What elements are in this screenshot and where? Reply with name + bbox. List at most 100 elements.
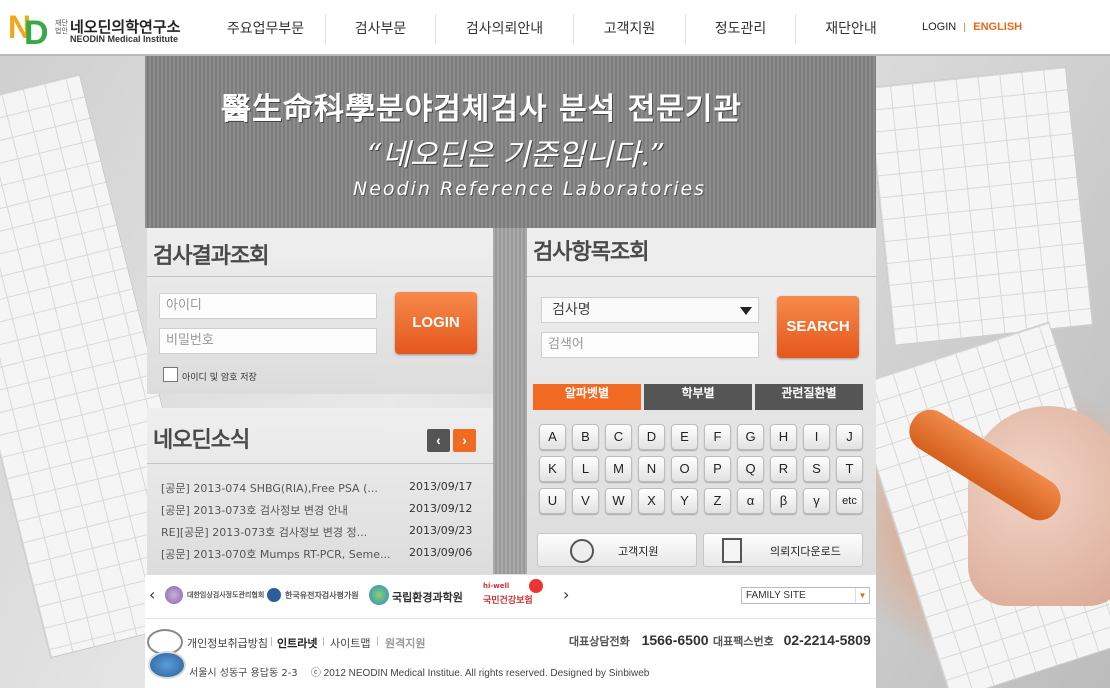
request-form-download-button[interactable]: 의뢰지다운로드 [703,533,863,567]
key-r2c6[interactable]: α [737,488,764,514]
key-r1c9[interactable]: T [836,456,863,482]
key-r0c6[interactable]: G [737,424,764,450]
key-r0c3[interactable]: D [638,424,665,450]
key-r1c2[interactable]: M [605,456,632,482]
site-header: ND 재단법인 네오딘의학연구소 NEODIN Medical Institut… [0,0,1110,56]
sitemap-link[interactable]: 사이트맵 [330,635,370,651]
representative-phone: 대표상담전화 1566-6500 [569,632,709,649]
test-item-lookup-title: 검사항목조회 [533,240,649,265]
key-r1c3[interactable]: N [638,456,665,482]
key-r0c1[interactable]: B [572,424,599,450]
news-divider [147,463,493,464]
news-title: 네오딘소식 [153,428,250,453]
login-button[interactable]: LOGIN [395,292,477,354]
test-item-lookup-panel: 검사항목조회 검사명 검색어 SEARCH 알파벳별 학부별 관련질환별 ABC… [527,228,876,578]
user-id-input[interactable]: 아이디 [159,293,377,319]
key-r0c8[interactable]: I [803,424,830,450]
key-r2c5[interactable]: Z [704,488,731,514]
key-r0c5[interactable]: F [704,424,731,450]
news-next-button[interactable]: › [453,429,476,452]
document-download-icon [722,538,742,563]
fax-number: 02-2214-5809 [783,632,871,648]
main-nav: 주요업무부문 검사부문 검사의뢰안내 고객지원 정도관리 재단안내 [206,14,906,44]
news-item-title[interactable]: [공문] 2013-074 SHBG(RIA),Free PSA (... [161,480,393,496]
address-text: 서울시 성동구 용답동 2-3 [189,668,298,679]
news-item-title[interactable]: [공문] 2013-073호 검사정보 변경 안내 [161,502,393,518]
key-r0c2[interactable]: C [605,424,632,450]
intranet-link[interactable]: 인트라넷 [277,635,317,651]
search-type-value: 검사명 [552,302,591,318]
org4-link[interactable]: 국민건강보험 [483,593,533,606]
key-r1c8[interactable]: S [803,456,830,482]
certification-seal-icon [147,629,187,681]
key-r1c0[interactable]: K [539,456,566,482]
banner-prev-button[interactable]: ‹ [149,585,155,604]
footer-divider [323,637,324,646]
footer-divider [271,637,272,646]
key-r2c7[interactable]: β [770,488,797,514]
logo-name-english: NEODIN Medical Institute [70,34,179,44]
key-r2c8[interactable]: γ [803,488,830,514]
news-item-title[interactable]: RE][공문] 2013-073호 검사정보 변경 정... [161,524,393,540]
org3-logo-icon [369,585,389,605]
news-item-date: 2013/09/06 [409,546,473,559]
hero-tagline: Neodin Reference Laboratories [353,178,707,200]
news-prev-button[interactable]: ‹ [427,429,450,452]
key-r1c1[interactable]: L [572,456,599,482]
phone-number: 1566-6500 [641,632,709,648]
tab-department[interactable]: 학부별 [644,384,752,410]
key-r0c0[interactable]: A [539,424,566,450]
key-r0c9[interactable]: J [836,424,863,450]
org1-logo-icon [165,586,183,604]
remember-checkbox[interactable] [163,367,178,382]
headset-icon [570,539,594,563]
news-item-date: 2013/09/23 [409,524,473,537]
remote-support-link[interactable]: 원격지원 [385,635,425,651]
key-r0c7[interactable]: H [770,424,797,450]
nav-item-quality-control[interactable]: 정도관리 [686,14,796,44]
org4-logo-icon [529,579,543,593]
logo-mark: ND [8,9,49,52]
main-content: 醫生命科學분야검체검사 분석 전문기관 “네오딘은 기준입니다.” Neodin… [145,56,876,688]
news-panel: 네오딘소식 ‹ › [공문] 2013-074 SHBG(RIA),Free P… [147,408,493,578]
test-search-input[interactable]: 검색어 [541,332,759,358]
customer-support-button[interactable]: 고객지원 [537,533,697,567]
news-item-title[interactable]: [공문] 2013-070호 Mumps RT-PCR, Seme... [161,546,393,562]
search-button[interactable]: SEARCH [777,296,859,358]
nav-item-main-business[interactable]: 주요업무부문 [206,14,326,44]
utility-divider [964,22,966,32]
org1-link[interactable]: 대한임상검사정도관리협회 [187,590,264,600]
org3-link[interactable]: 국립환경과학원 [392,589,463,605]
banner-next-button[interactable]: › [563,585,569,604]
key-r2c0[interactable]: U [539,488,566,514]
logo-foundation-label: 재단법인 [55,19,68,35]
phone-label: 대표상담전화 [569,635,630,648]
key-r1c4[interactable]: O [671,456,698,482]
english-link[interactable]: ENGLISH [973,21,1022,33]
tab-related-disease[interactable]: 관련질환별 [755,384,863,410]
tab-alphabet[interactable]: 알파벳별 [533,384,641,410]
nav-item-customer-support[interactable]: 고객지원 [574,14,686,44]
key-r2c1[interactable]: V [572,488,599,514]
org2-link[interactable]: 한국유전자검사평가원 [285,590,359,601]
search-type-select[interactable]: 검사명 [541,297,759,323]
family-site-select[interactable]: FAMILY SITE ▼ [741,587,870,604]
key-r2c4[interactable]: Y [671,488,698,514]
logo[interactable]: ND 재단법인 네오딘의학연구소 NEODIN Medical Institut… [8,10,198,50]
password-input[interactable]: 비밀번호 [159,328,377,354]
login-link[interactable]: LOGIN [922,21,956,33]
key-r1c7[interactable]: R [770,456,797,482]
key-r1c5[interactable]: P [704,456,731,482]
footer-address: 서울시 성동구 용답동 2-3 ⓒ 2012 NEODIN Medical In… [189,664,649,679]
nav-item-test-request[interactable]: 검사의뢰안내 [436,14,574,44]
result-lookup-panel: 검사결과조회 아이디 비밀번호 LOGIN 아이디 및 암호 저장 [147,228,493,394]
nav-item-tests[interactable]: 검사부문 [326,14,436,44]
key-r0c4[interactable]: E [671,424,698,450]
customer-support-label: 고객지원 [618,545,659,558]
key-r2c2[interactable]: W [605,488,632,514]
key-r2c3[interactable]: X [638,488,665,514]
key-etc[interactable]: etc [836,488,863,514]
key-r1c6[interactable]: Q [737,456,764,482]
privacy-policy-link[interactable]: 개인정보취급방침 [187,635,268,651]
nav-item-foundation[interactable]: 재단안내 [796,14,906,44]
